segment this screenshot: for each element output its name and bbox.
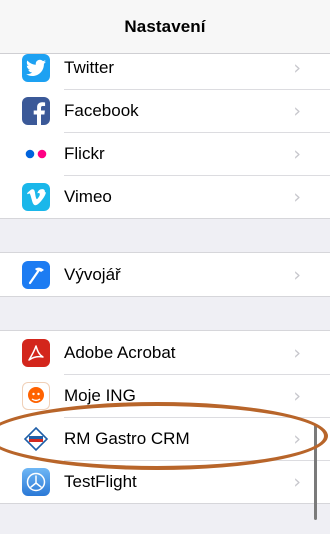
settings-row-flickr[interactable]: Flickr › — [0, 132, 330, 175]
vimeo-icon — [22, 182, 50, 211]
ing-lion-icon — [22, 381, 50, 410]
testflight-icon — [22, 467, 50, 496]
page-title: Nastavení — [124, 16, 206, 36]
chevron-right-icon: › — [293, 142, 301, 165]
highlight-annotation-ellipse — [0, 402, 328, 470]
settings-row-adobe-acrobat[interactable]: Adobe Acrobat › — [0, 331, 330, 374]
chevron-right-icon: › — [293, 99, 301, 122]
hammer-icon — [22, 260, 50, 289]
social-accounts-group: Twitter › Facebook › Flickr › Vimeo › — [0, 45, 330, 219]
settings-row-developer[interactable]: Vývojář › — [0, 253, 330, 296]
chevron-right-icon: › — [293, 384, 301, 407]
settings-row-label: Vývojář — [64, 264, 121, 284]
settings-row-label: TestFlight — [64, 471, 137, 491]
settings-row-label: Flickr — [64, 143, 105, 163]
developer-group: Vývojář › — [0, 252, 330, 297]
facebook-icon — [22, 96, 50, 125]
chevron-right-icon: › — [293, 263, 301, 286]
chevron-right-icon: › — [293, 470, 301, 493]
acrobat-icon — [22, 338, 50, 367]
settings-row-facebook[interactable]: Facebook › — [0, 89, 330, 132]
settings-row-label: Facebook — [64, 100, 139, 120]
settings-row-label: Twitter — [64, 57, 115, 77]
chevron-right-icon: › — [293, 341, 301, 364]
chevron-right-icon: › — [293, 185, 301, 208]
navigation-bar: Nastavení — [0, 0, 330, 54]
settings-row-vimeo[interactable]: Vimeo › — [0, 175, 330, 218]
settings-row-label: Adobe Acrobat — [64, 342, 176, 362]
settings-row-label: Vimeo — [64, 186, 112, 206]
chevron-right-icon: › — [293, 56, 301, 79]
flickr-icon — [22, 139, 50, 168]
twitter-icon — [22, 53, 50, 82]
